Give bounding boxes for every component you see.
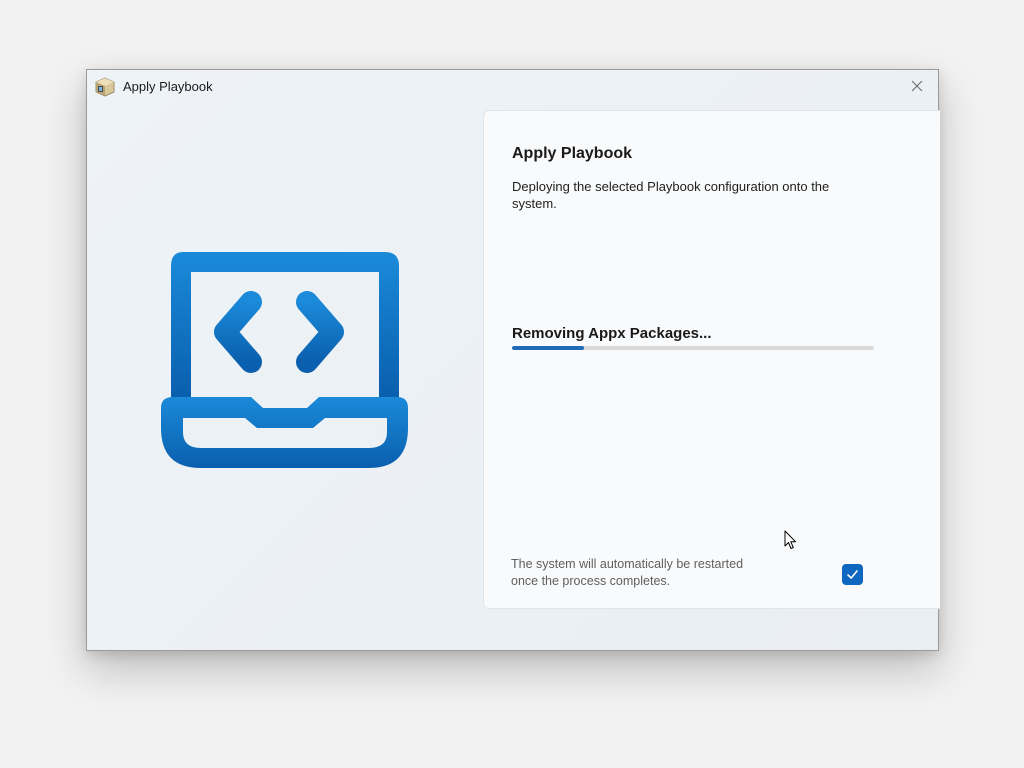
auto-restart-checkbox[interactable] [842,564,863,585]
close-icon [911,80,923,92]
playbook-app-icon [95,77,115,97]
content-panel: Apply Playbook Deploying the selected Pl… [483,110,940,609]
progress-fill [512,346,585,350]
restart-note: The system will automatically be restart… [511,557,744,588]
title-bar: Apply Playbook [87,70,938,104]
apply-playbook-window: Apply Playbook Apply Playbook Deploying … [86,69,940,651]
close-button[interactable] [904,74,930,98]
panel-title: Apply Playbook [512,145,633,162]
window-title: Apply Playbook [123,79,213,94]
laptop-code-icon [159,250,411,472]
desktop: Apply Playbook Apply Playbook Deploying … [0,0,1024,768]
status-text: Removing Appx Packages... [512,325,712,342]
checkmark-icon [847,570,858,579]
mouse-cursor-icon [784,530,798,550]
progress-bar [512,346,874,350]
panel-description: Deploying the selected Playbook configur… [512,179,830,211]
